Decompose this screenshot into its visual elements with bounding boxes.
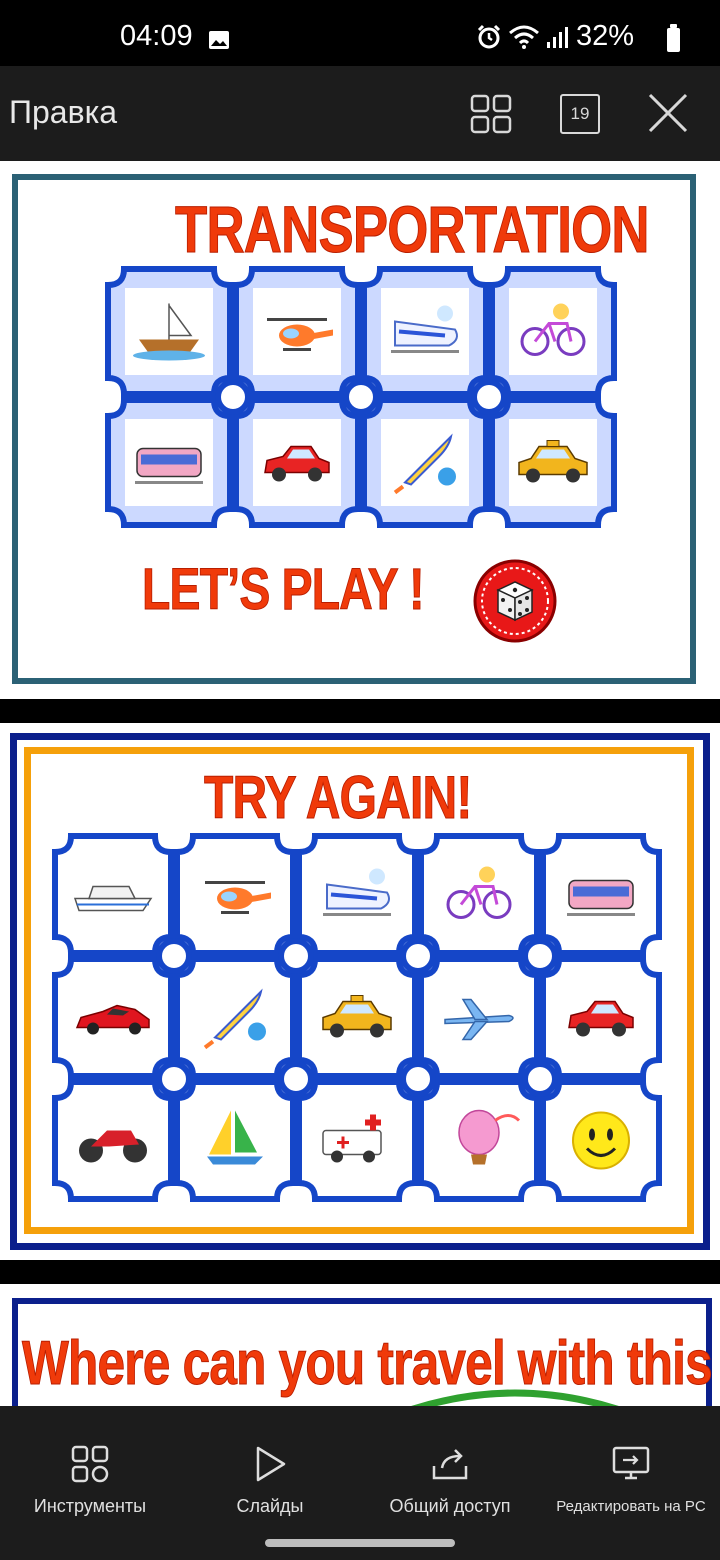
nav-share[interactable]: Общий доступ	[375, 1406, 525, 1536]
connector-dot	[278, 1061, 314, 1097]
status-time: 04:09	[120, 20, 193, 52]
slide-2[interactable]: TRY AGAIN!	[0, 723, 720, 1260]
connector-dot	[215, 379, 251, 415]
app-bar: Правка 19	[0, 66, 720, 161]
nav-slides[interactable]: Слайды	[210, 1406, 330, 1536]
nav-edit-on-pc[interactable]: Редактировать на PC	[545, 1406, 717, 1536]
dice-button[interactable]	[472, 558, 558, 644]
connector-dot	[400, 938, 436, 974]
status-icons: 32%	[476, 20, 660, 53]
battery-icon	[667, 24, 680, 52]
app-title[interactable]: Правка	[9, 94, 117, 131]
slide-count-button[interactable]: 19	[560, 94, 600, 134]
battery-text: 32%	[575, 20, 634, 52]
nav-edit-on-pc-label: Редактировать на PC	[556, 1498, 706, 1515]
connector-dot	[400, 1061, 436, 1097]
edit-on-pc-icon	[612, 1446, 650, 1480]
grid-icon[interactable]	[470, 94, 512, 134]
connector-dot	[522, 938, 558, 974]
share-icon	[432, 1449, 468, 1480]
slide-title: TRY AGAIN!	[204, 764, 473, 832]
connector-dot	[471, 379, 507, 415]
tile-board	[105, 266, 617, 528]
nav-slides-label: Слайды	[236, 1496, 304, 1516]
nav-share-label: Общий доступ	[389, 1496, 511, 1516]
slide-list[interactable]: TRANSPORTATION LET’S PLAY ! TRY AGAIN! W…	[0, 161, 720, 1406]
tools-icon	[71, 1445, 109, 1483]
play-label: LET’S PLAY !	[142, 557, 425, 623]
nav-tools-label: Инструменты	[33, 1496, 147, 1516]
slide-1[interactable]: TRANSPORTATION LET’S PLAY !	[0, 161, 720, 699]
connector-dot	[156, 938, 192, 974]
slide-divider	[0, 699, 720, 723]
image-icon	[209, 31, 229, 49]
alarm-icon	[477, 24, 501, 48]
connector-dot	[156, 1061, 192, 1097]
play-icon	[256, 1446, 286, 1482]
slide-divider	[0, 1260, 720, 1284]
connector-dot	[278, 938, 314, 974]
connector-dot	[343, 379, 379, 415]
nav-tools[interactable]: Инструменты	[20, 1406, 160, 1536]
slide-3[interactable]: Where can you travel with this machine?	[0, 1284, 720, 1406]
slide-title: TRANSPORTATION	[175, 192, 650, 267]
tile-board	[52, 833, 662, 1202]
wifi-icon	[508, 25, 539, 49]
bottom-nav: Инструменты Слайды Общий доступ Редактир…	[0, 1406, 720, 1560]
signal-icon	[546, 26, 568, 48]
status-bar: 04:09 32%	[0, 0, 720, 66]
slide-title: Where can you travel with this machine?	[22, 1329, 720, 1399]
home-indicator	[265, 1539, 455, 1547]
connector-dot	[522, 1061, 558, 1097]
close-icon[interactable]	[645, 90, 691, 136]
smiley-icon	[572, 1111, 630, 1170]
